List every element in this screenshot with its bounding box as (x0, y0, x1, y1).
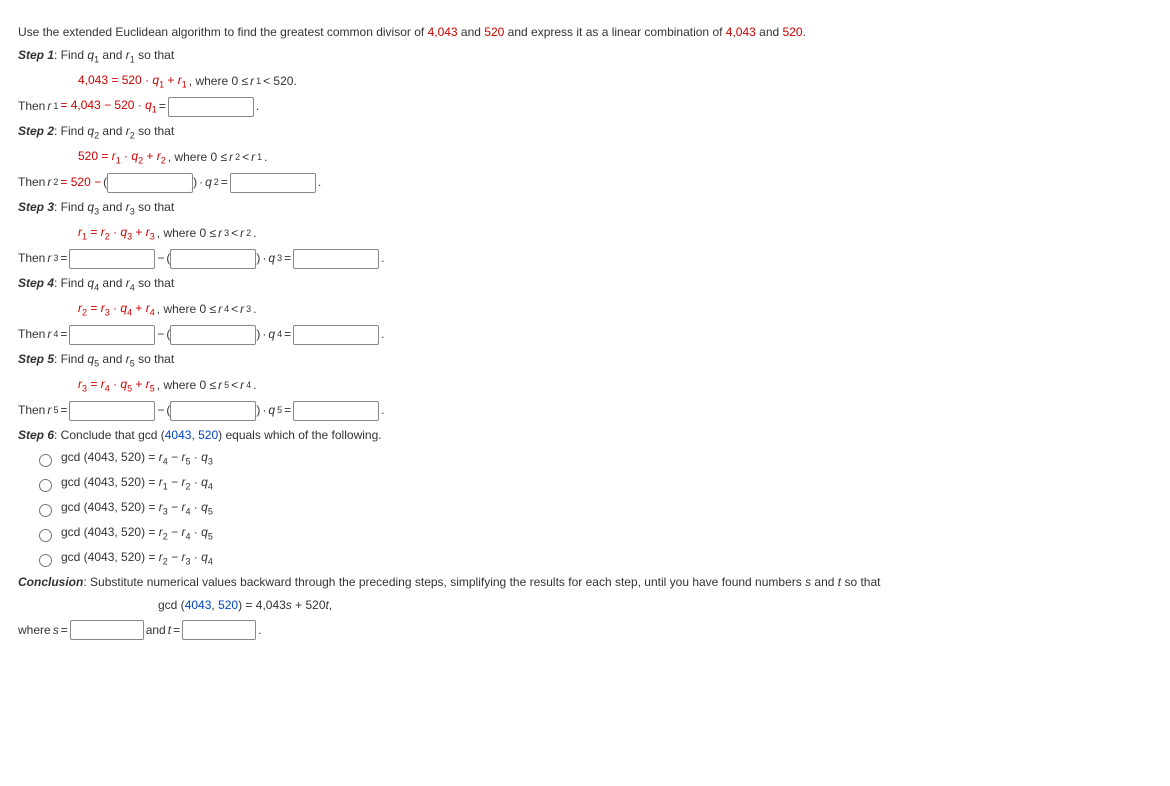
s-input[interactable] (70, 620, 144, 640)
radio-d[interactable] (39, 529, 52, 542)
s4-b-input[interactable] (170, 325, 256, 345)
conclusion-where: where s = and t = . (18, 620, 1152, 640)
radio-e[interactable] (39, 554, 52, 567)
step1-eq: 4,043 = 520 · q1 + r1, where 0 ≤ r1 < 52… (78, 72, 1152, 91)
option-a[interactable]: gcd (4043, 520) = r4 − r5 · q3 (34, 449, 1152, 468)
conclusion-eq: gcd (4043, 520) = 4,043s + 520t, (158, 597, 1152, 614)
r1-input[interactable] (168, 97, 254, 117)
step1-then: Then r1 = 4,043 − 520 · q1 = . (18, 97, 1152, 117)
s3-c-input[interactable] (293, 249, 379, 269)
step6-header: Step 6: Conclude that gcd (4043, 520) eq… (18, 427, 1152, 444)
s2-a-input[interactable] (107, 173, 193, 193)
s4-a-input[interactable] (69, 325, 155, 345)
intro: Use the extended Euclidean algorithm to … (18, 24, 1152, 41)
s2-b-input[interactable] (230, 173, 316, 193)
s5-b-input[interactable] (170, 401, 256, 421)
s5-a-input[interactable] (69, 401, 155, 421)
step2-eq: 520 = r1 · q2 + r2, where 0 ≤ r2 < r1. (78, 148, 1152, 167)
step5-eq: r3 = r4 · q5 + r5, where 0 ≤ r5 < r4. (78, 376, 1152, 395)
s5-c-input[interactable] (293, 401, 379, 421)
option-c[interactable]: gcd (4043, 520) = r3 − r4 · q5 (34, 499, 1152, 518)
step3-eq: r1 = r2 · q3 + r3, where 0 ≤ r3 < r2. (78, 224, 1152, 243)
step2-header: Step 2: Find q2 and r2 so that (18, 123, 1152, 142)
radio-b[interactable] (39, 479, 52, 492)
conclusion-header: Conclusion: Substitute numerical values … (18, 574, 1152, 591)
radio-c[interactable] (39, 504, 52, 517)
radio-a[interactable] (39, 454, 52, 467)
option-b[interactable]: gcd (4043, 520) = r1 − r2 · q4 (34, 474, 1152, 493)
s3-a-input[interactable] (69, 249, 155, 269)
step5-then: Then r5 = − · q5 = . (18, 401, 1152, 421)
step3-then: Then r3 = − · q3 = . (18, 249, 1152, 269)
step4-then: Then r4 = − · q4 = . (18, 325, 1152, 345)
t-input[interactable] (182, 620, 256, 640)
step3-header: Step 3: Find q3 and r3 so that (18, 199, 1152, 218)
step5-header: Step 5: Find q5 and r5 so that (18, 351, 1152, 370)
step4-eq: r2 = r3 · q4 + r4, where 0 ≤ r4 < r3. (78, 300, 1152, 319)
step4-header: Step 4: Find q4 and r4 so that (18, 275, 1152, 294)
option-e[interactable]: gcd (4043, 520) = r2 − r3 · q4 (34, 549, 1152, 568)
s3-b-input[interactable] (170, 249, 256, 269)
step1-header: Step 1: Find q1 and r1 so that (18, 47, 1152, 66)
s4-c-input[interactable] (293, 325, 379, 345)
step2-then: Then r2 = 520 − · q2 = . (18, 173, 1152, 193)
option-d[interactable]: gcd (4043, 520) = r2 − r4 · q5 (34, 524, 1152, 543)
